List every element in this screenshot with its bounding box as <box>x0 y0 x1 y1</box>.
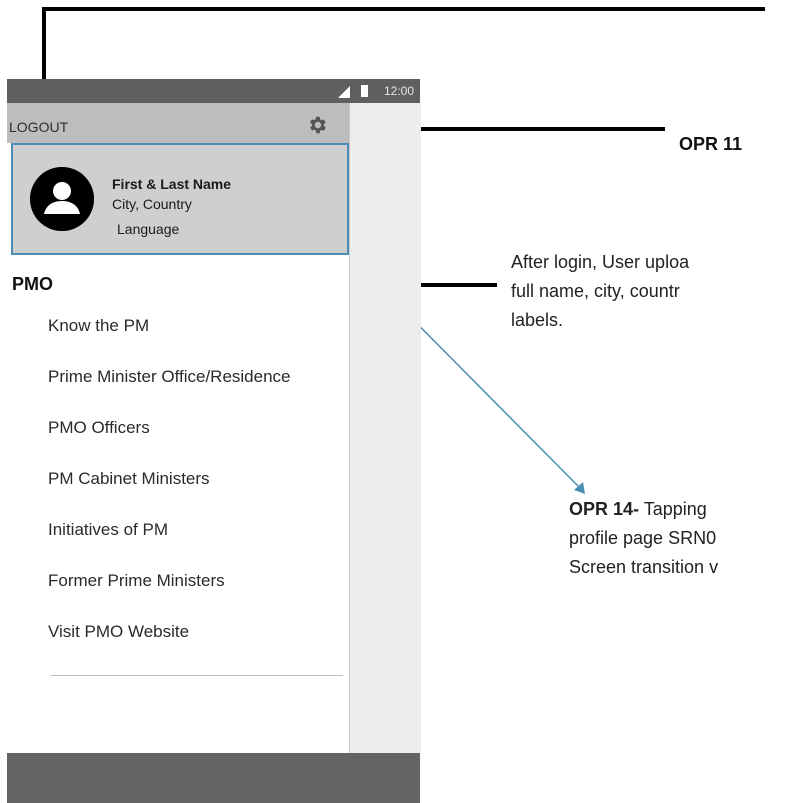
battery-icon <box>361 85 368 97</box>
annotation-note-line: full name, city, countr <box>511 281 680 301</box>
content-behind-drawer <box>349 103 421 753</box>
annotation-opr14-title: OPR 14- <box>569 499 640 519</box>
profile-language: Language <box>117 221 180 237</box>
menu-item-pm-office-residence[interactable]: Prime Minister Office/Residence <box>48 367 291 387</box>
menu-item-initiatives[interactable]: Initiatives of PM <box>48 520 168 540</box>
menu-divider <box>51 675 343 676</box>
gear-icon[interactable] <box>306 114 328 136</box>
status-time: 12:00 <box>383 84 414 98</box>
annotation-note-login: After login, User uploa full name, city,… <box>511 248 689 335</box>
annotation-note-line: Screen transition v <box>569 557 719 577</box>
profile-location: City, Country <box>112 196 192 212</box>
menu-item-know-the-pm[interactable]: Know the PM <box>48 316 149 336</box>
annotation-note-line: After login, User uploa <box>511 252 690 272</box>
annotation-opr14-first: Tapping <box>639 499 707 519</box>
signal-icon <box>338 86 350 98</box>
menu-item-visit-website[interactable]: Visit PMO Website <box>48 622 189 642</box>
annotation-note-line: profile page SRN0 <box>569 528 717 548</box>
annotation-note-line: OPR 14- Tapping <box>569 495 718 524</box>
annotation-note-line: labels. <box>511 310 564 330</box>
menu-item-former-pms[interactable]: Former Prime Ministers <box>48 571 225 591</box>
menu-item-cabinet-ministers[interactable]: PM Cabinet Ministers <box>48 469 210 489</box>
annotation-opr11: OPR 11 <box>679 134 743 154</box>
user-avatar-icon[interactable] <box>30 167 94 231</box>
annotation-note-opr14: OPR 14- Tapping profile page SRN0 Screen… <box>569 495 718 582</box>
menu-item-pmo-officers[interactable]: PMO Officers <box>48 418 150 438</box>
profile-name: First & Last Name <box>112 176 232 192</box>
section-title-pmo: PMO <box>12 274 54 294</box>
status-bar: 12:00 <box>7 79 420 103</box>
bottom-bar <box>7 753 420 803</box>
logout-button[interactable]: LOGOUT <box>9 119 68 135</box>
